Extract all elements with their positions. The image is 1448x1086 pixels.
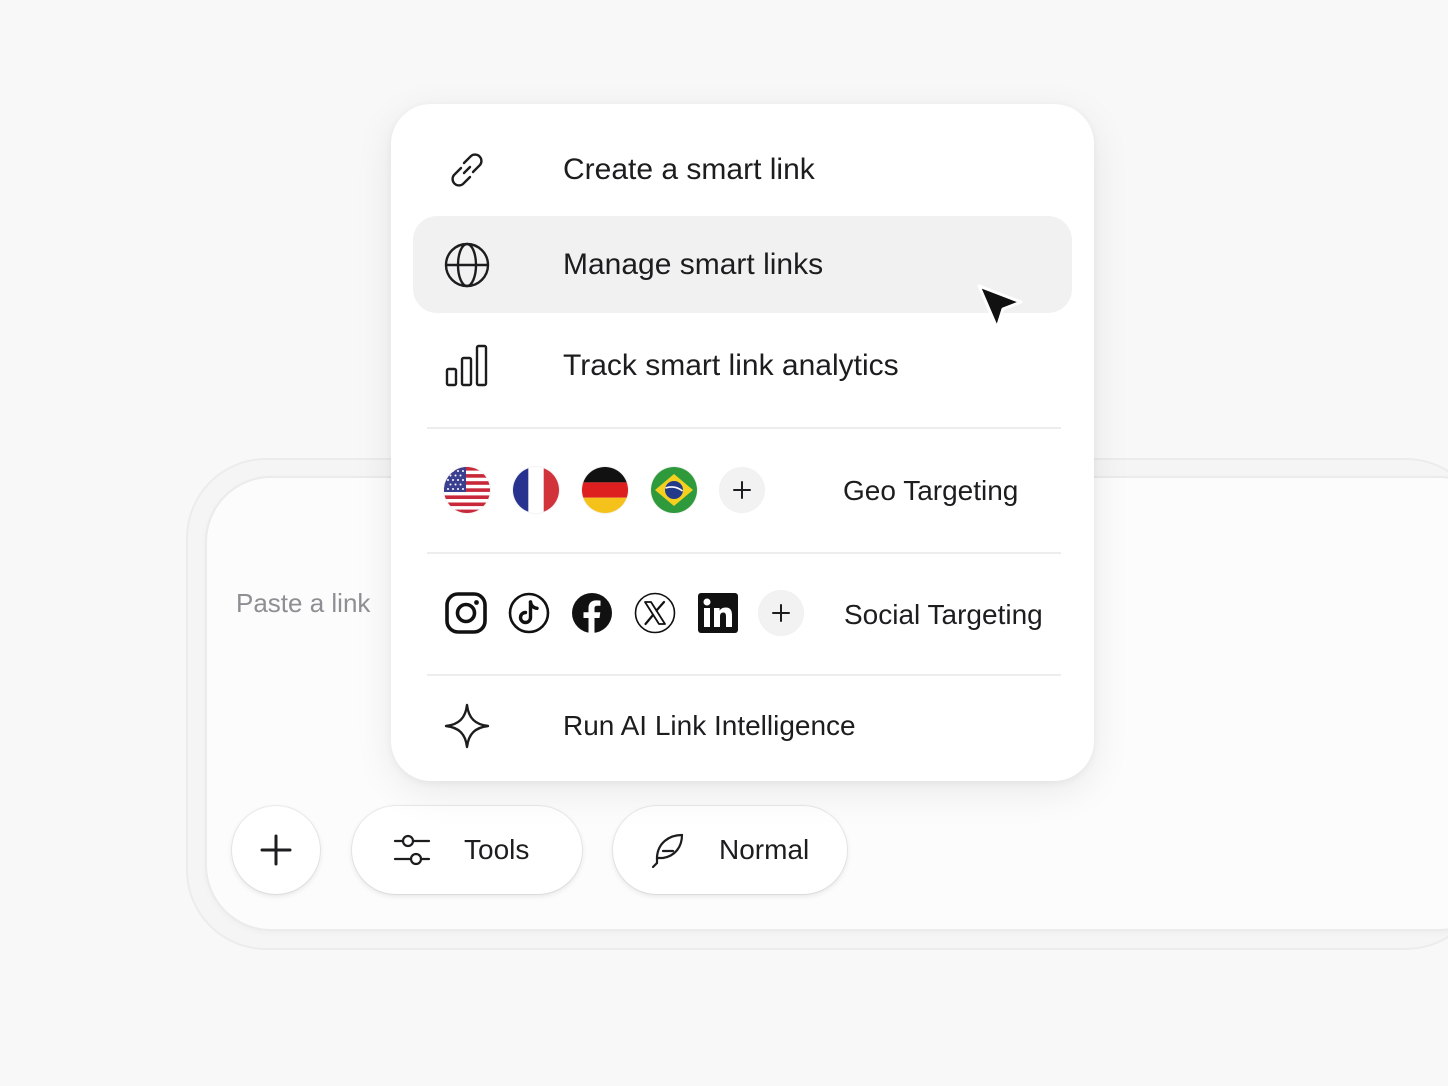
menu-divider xyxy=(427,674,1061,676)
add-button[interactable] xyxy=(232,806,320,894)
brazil-flag-icon[interactable] xyxy=(651,467,697,513)
tools-button[interactable]: Tools xyxy=(352,806,582,894)
menu-item-manage-smart-links[interactable]: Manage smart links xyxy=(413,216,1072,313)
menu-item-run-ai[interactable]: Run AI Link Intelligence xyxy=(413,677,1072,774)
menu-item-label: Manage smart links xyxy=(563,247,824,281)
sliders-icon xyxy=(393,834,431,866)
geo-flags xyxy=(444,467,764,513)
menu-divider xyxy=(427,427,1061,429)
add-social-button[interactable] xyxy=(759,591,803,635)
link-icon xyxy=(443,146,491,194)
menu-item-label: Create a smart link xyxy=(563,152,815,186)
menu-divider xyxy=(427,552,1061,554)
tools-label: Tools xyxy=(464,834,530,865)
tiktok-icon[interactable] xyxy=(507,591,551,635)
menu-item-label: Track smart link analytics xyxy=(563,348,899,382)
dropdown-menu: Create a smart link Manage smart links T… xyxy=(391,104,1094,781)
us-flag-icon[interactable] xyxy=(444,467,490,513)
menu-item-track-analytics[interactable]: Track smart link analytics xyxy=(413,317,1072,414)
globe-icon xyxy=(443,241,491,289)
menu-item-create-smart-link[interactable]: Create a smart link xyxy=(413,121,1072,218)
plus-icon xyxy=(772,604,790,622)
x-icon[interactable] xyxy=(633,591,677,635)
menu-item-label: Run AI Link Intelligence xyxy=(563,709,856,741)
add-country-button[interactable] xyxy=(720,468,764,512)
linkedin-icon[interactable] xyxy=(696,591,740,635)
social-targeting-label[interactable]: Social Targeting xyxy=(844,599,1043,631)
mouse-cursor-icon xyxy=(977,284,1023,330)
link-input-placeholder[interactable]: Paste a link xyxy=(236,588,370,619)
feather-icon xyxy=(651,833,684,869)
sparkle-icon xyxy=(443,702,491,750)
geo-targeting-label[interactable]: Geo Targeting xyxy=(843,475,1018,507)
facebook-icon[interactable] xyxy=(570,591,614,635)
germany-flag-icon[interactable] xyxy=(582,467,628,513)
plus-icon xyxy=(260,834,292,866)
plus-icon xyxy=(733,481,751,499)
mode-button[interactable]: Normal xyxy=(613,806,847,894)
instagram-icon[interactable] xyxy=(444,591,488,635)
mode-label: Normal xyxy=(719,834,810,865)
france-flag-icon[interactable] xyxy=(513,467,559,513)
social-icons xyxy=(444,591,803,635)
bar-chart-icon xyxy=(443,342,491,390)
